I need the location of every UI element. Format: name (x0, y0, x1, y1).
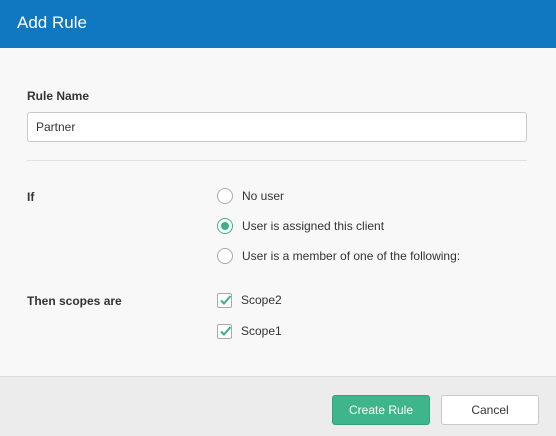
radio-label: No user (242, 189, 285, 203)
create-rule-button[interactable]: Create Rule (332, 395, 430, 425)
divider (27, 160, 527, 161)
radio-option-no-user[interactable]: No user (217, 186, 284, 206)
dialog-title: Add Rule (17, 13, 87, 32)
radio-option-member-of[interactable]: User is a member of one of the following… (217, 246, 460, 266)
scopes-label: Then scopes are (27, 294, 122, 308)
checkmark-icon (220, 294, 232, 305)
rule-name-label: Rule Name (27, 89, 90, 103)
scope-checkbox-row[interactable]: Scope2 (217, 290, 282, 310)
scope-label: Scope1 (241, 324, 282, 338)
radio-button-selected[interactable] (217, 218, 233, 234)
radio-button[interactable] (217, 188, 233, 204)
checkmark-icon (220, 325, 232, 336)
radio-label: User is a member of one of the following… (242, 249, 461, 263)
dialog-header: Add Rule (0, 0, 556, 48)
scope-checkbox-row[interactable]: Scope1 (217, 321, 282, 341)
radio-option-assigned-client[interactable]: User is assigned this client (217, 216, 384, 236)
add-rule-dialog: Add Rule Rule Name If No user User is as… (0, 0, 556, 436)
cancel-button[interactable]: Cancel (441, 395, 539, 425)
radio-label: User is assigned this client (242, 219, 385, 233)
scope-label: Scope2 (241, 293, 282, 307)
radio-button[interactable] (217, 248, 233, 264)
checkbox-checked[interactable] (217, 323, 232, 339)
rule-name-input[interactable] (27, 112, 527, 142)
if-label: If (27, 190, 35, 204)
checkbox-checked[interactable] (217, 292, 232, 308)
